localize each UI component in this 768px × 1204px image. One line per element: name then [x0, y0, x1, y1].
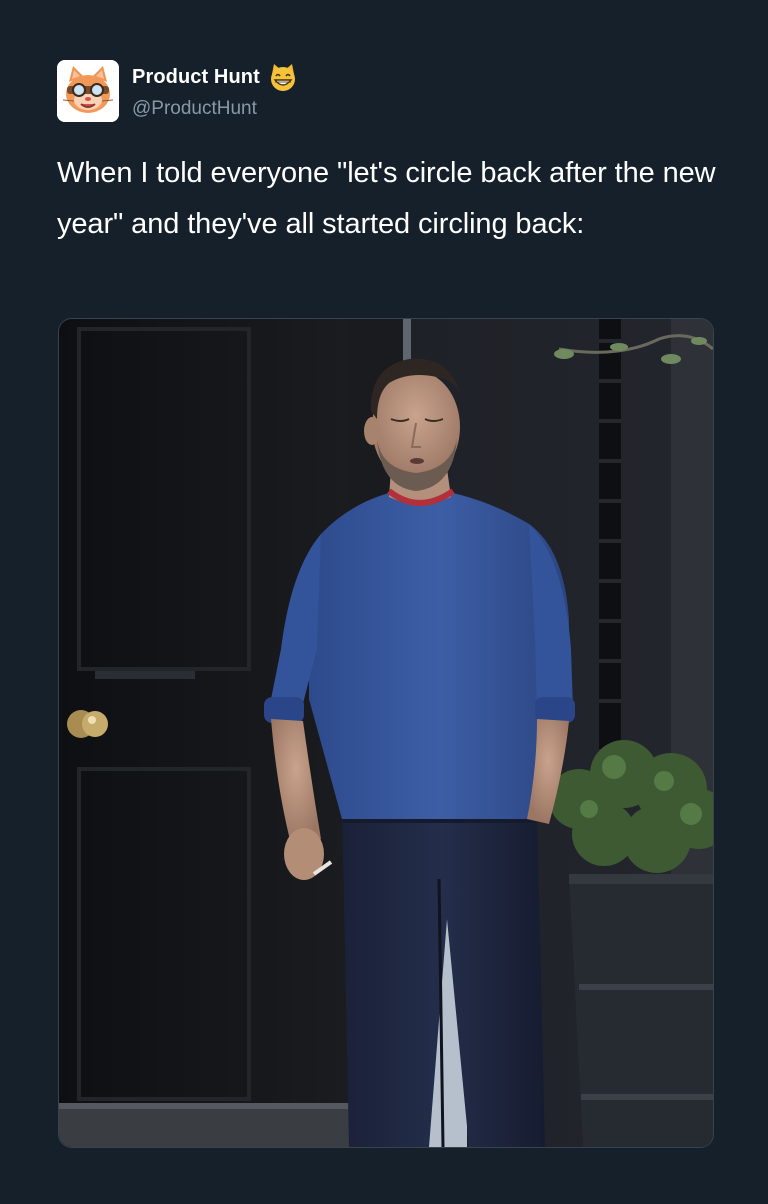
- kitty-avatar-icon: [57, 60, 119, 122]
- author-name-row: Product Hunt: [132, 60, 298, 94]
- grinning-cat-emoji-icon: [268, 62, 298, 92]
- profile-avatar[interactable]: [57, 60, 119, 122]
- author-handle[interactable]: @ProductHunt: [132, 98, 257, 120]
- tweet-media-photo[interactable]: [58, 318, 714, 1148]
- author-display-name[interactable]: Product Hunt: [132, 66, 260, 89]
- meme-photo: [59, 319, 713, 1147]
- tweet-card[interactable]: Product Hunt @ProductHunt When I told ev…: [0, 0, 768, 1204]
- tweet-text: When I told everyone "let's circle back …: [57, 157, 716, 240]
